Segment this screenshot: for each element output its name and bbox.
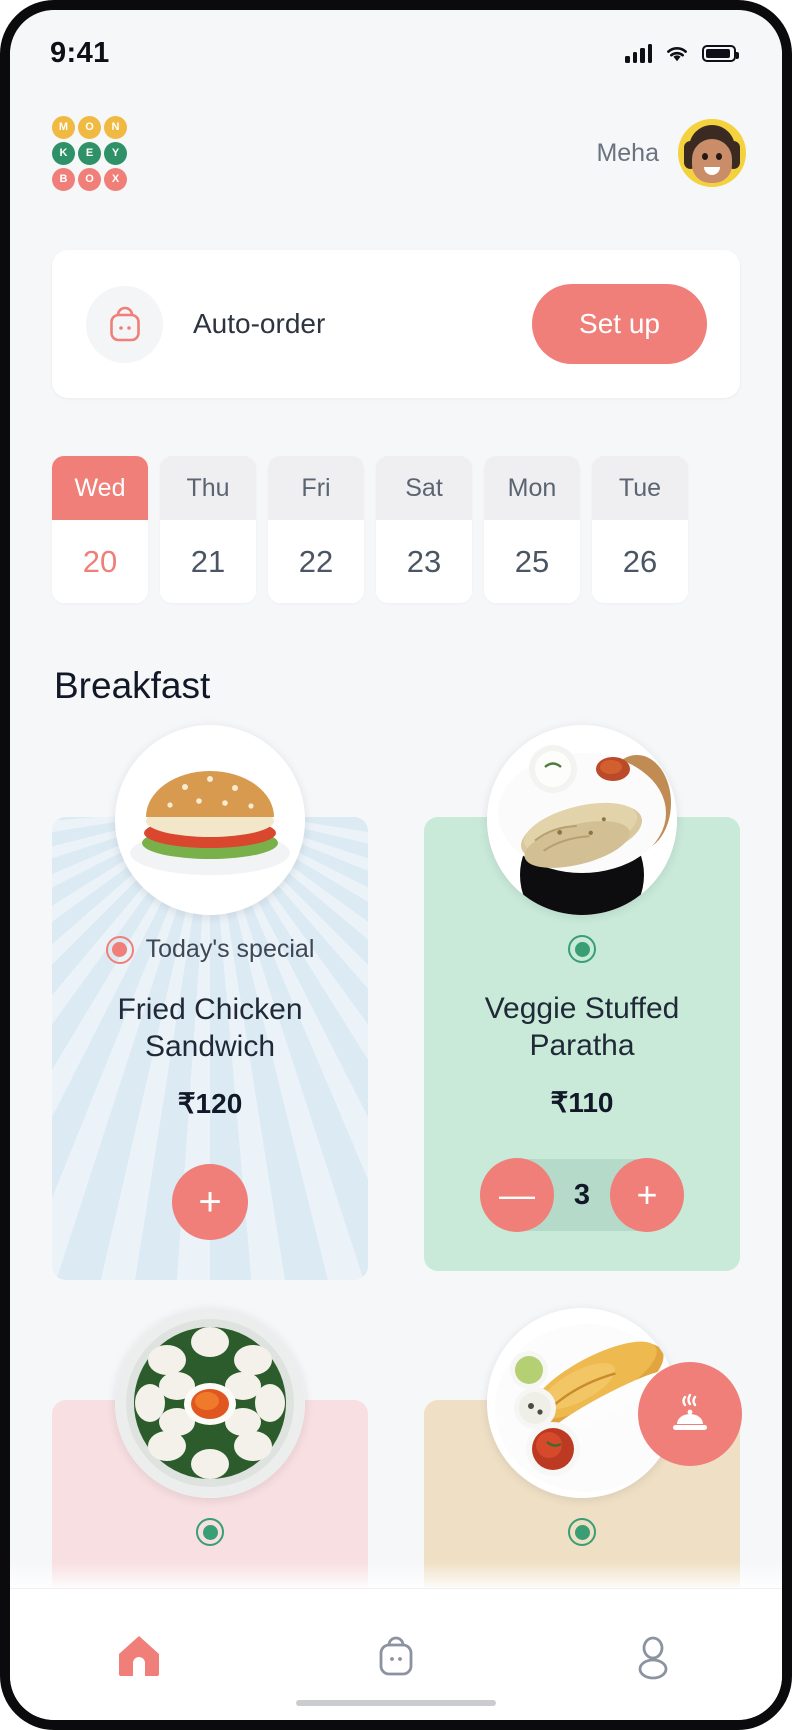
- logo-letter: M: [52, 115, 75, 139]
- decrease-quantity-button[interactable]: —: [480, 1158, 554, 1233]
- logo-letter: B: [52, 167, 75, 191]
- user-profile[interactable]: Meha: [596, 119, 746, 187]
- paratha-photo: [487, 725, 677, 915]
- auto-order-label: Auto-order: [193, 308, 326, 339]
- date-dow: Mon: [484, 456, 580, 520]
- veg-indicator: [442, 1518, 722, 1547]
- auto-order-card: Auto-order Set up: [52, 250, 740, 398]
- veg-indicator: [70, 1518, 350, 1547]
- date-num: 25: [484, 520, 580, 603]
- date-chip-wed[interactable]: Wed 20: [52, 456, 148, 603]
- home-indicator: [296, 1700, 496, 1706]
- date-chip-tue[interactable]: Tue 26: [592, 456, 688, 603]
- monkeybox-logo[interactable]: M O N K E Y B O X: [52, 115, 127, 191]
- logo-letter: E: [78, 141, 101, 165]
- meal-price: ₹110: [550, 1087, 614, 1119]
- date-dow: Sat: [376, 456, 472, 520]
- nav-item-profile[interactable]: [525, 1589, 782, 1720]
- veg-indicator-icon: [568, 1518, 596, 1547]
- meal-name: Veggie Stuffed Paratha: [484, 992, 680, 1062]
- hot-meal-icon: [638, 1362, 742, 1467]
- add-meal-button[interactable]: +: [172, 1164, 248, 1241]
- meal-item-veggie-stuffed-paratha[interactable]: Veggie Stuffed Paratha ₹110 — 3 +: [424, 725, 740, 1280]
- veg-indicator-icon: [568, 935, 596, 963]
- wifi-icon: [667, 46, 687, 61]
- date-num: 21: [160, 520, 256, 603]
- burger-photo: [115, 725, 305, 915]
- logo-letter: O: [78, 167, 101, 191]
- date-dow: Fri: [268, 456, 364, 520]
- date-num: 26: [592, 520, 688, 603]
- date-num: 22: [268, 520, 364, 603]
- today-special-label: Today's special: [145, 935, 315, 963]
- lunchbox-icon: [379, 1636, 413, 1675]
- app-screen: 9:41 M O N K E Y B O X Meha Auto-order S…: [10, 10, 782, 1720]
- date-chip-thu[interactable]: Thu 21: [160, 456, 256, 603]
- phone-frame: 9:41 M O N K E Y B O X Meha Auto-order S…: [0, 0, 792, 1730]
- date-chip-sat[interactable]: Sat 23: [376, 456, 472, 603]
- increase-quantity-button[interactable]: +: [610, 1158, 684, 1233]
- meal-item-fried-chicken-sandwich[interactable]: Today's special Fried Chicken Sandwich ₹…: [52, 725, 368, 1281]
- quantity-stepper[interactable]: — 3 +: [480, 1158, 684, 1233]
- logo-letter: O: [78, 115, 101, 139]
- date-chip-mon[interactable]: Mon 25: [484, 456, 580, 603]
- status-bar: 9:41: [10, 10, 782, 96]
- date-dow: Tue: [592, 456, 688, 520]
- user-name: Meha: [596, 138, 659, 167]
- meal-grid-row-1: Today's special Fried Chicken Sandwich ₹…: [52, 725, 740, 1281]
- date-dow: Wed: [52, 456, 148, 520]
- veg-indicator-icon: [196, 1518, 224, 1547]
- status-time: 9:41: [50, 36, 110, 69]
- logo-letter: X: [104, 167, 127, 191]
- date-dow: Thu: [160, 456, 256, 520]
- logo-letter: Y: [104, 141, 127, 165]
- cellular-signal-icon: [625, 43, 652, 63]
- nav-item-home[interactable]: [10, 1589, 267, 1720]
- home-icon: [118, 1635, 159, 1676]
- set-up-button[interactable]: Set up: [532, 284, 707, 364]
- app-header: M O N K E Y B O X Meha: [10, 96, 782, 196]
- today-special-tag: Today's special: [70, 935, 350, 964]
- meal-name: Fried Chicken Sandwich: [117, 993, 303, 1063]
- battery-icon: [702, 44, 739, 62]
- quantity-value: 3: [573, 1178, 591, 1211]
- date-num: 20: [52, 520, 148, 603]
- logo-letter: N: [104, 115, 127, 139]
- section-title-breakfast: Breakfast: [54, 665, 211, 706]
- lunchbox-icon: [86, 285, 163, 363]
- logo-letter: K: [52, 141, 75, 165]
- status-icons: [625, 43, 739, 63]
- veg-indicator: [442, 935, 722, 963]
- date-num: 23: [376, 520, 472, 603]
- meal-price: ₹120: [177, 1088, 243, 1120]
- user-avatar[interactable]: [678, 119, 746, 187]
- idli-photo: [115, 1308, 305, 1499]
- profile-icon: [638, 1636, 668, 1679]
- non-veg-indicator-icon: [105, 935, 134, 964]
- date-chip-fri[interactable]: Fri 22: [268, 456, 364, 603]
- date-selector[interactable]: Wed 20 Thu 21 Fri 22 Sat 23 Mon 25 Tue 2…: [52, 456, 782, 603]
